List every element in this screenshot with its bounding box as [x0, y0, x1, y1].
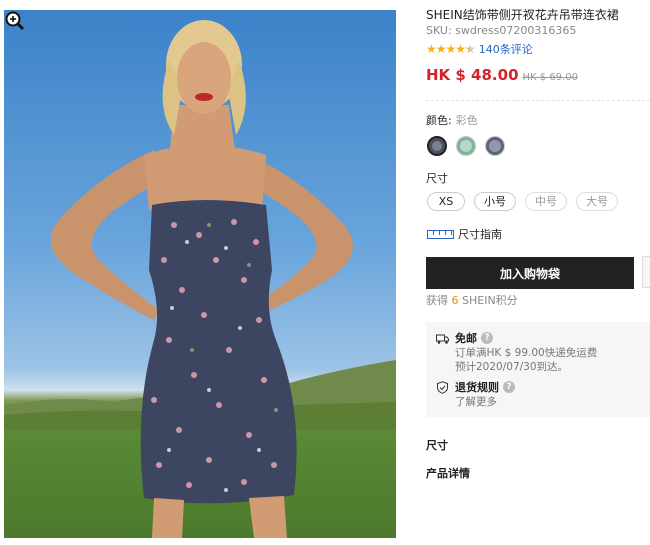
truck-icon [436, 334, 449, 344]
color-swatches [427, 136, 505, 156]
return-policy-row: 退货规则? 了解更多 [436, 379, 515, 409]
return-policy-title: 退货规则 [455, 381, 499, 394]
help-icon[interactable]: ? [503, 381, 515, 393]
size-option-small[interactable]: 小号 [474, 192, 516, 211]
product-sku: SKU: swdress07200316365 [426, 24, 577, 37]
product-image[interactable] [4, 10, 396, 538]
size-label: 尺寸 [426, 172, 448, 185]
zoom-in-icon[interactable] [4, 10, 26, 32]
reward-points: 获得 6 SHEIN积分 [426, 292, 518, 308]
help-icon[interactable]: ? [481, 332, 493, 344]
delivery-estimate: 预计2020/07/30到达。 [455, 361, 569, 373]
shield-icon [437, 381, 448, 394]
free-shipping-condition: 订单满HK $ 99.00快递免运费 [455, 347, 598, 359]
points-prefix: 获得 [426, 294, 448, 307]
swatch-navy-floral[interactable] [485, 136, 505, 156]
size-guide-label: 尺寸指南 [458, 228, 502, 241]
divider [426, 100, 650, 101]
swatch-dark-floral[interactable] [427, 136, 447, 156]
original-price: HK $ 69.00 [522, 72, 578, 83]
color-label: 颜色: 彩色 [426, 112, 478, 128]
product-title: SHEIN结饰带侧开衩花卉吊带连衣裙 [426, 8, 619, 22]
points-value: 6 [451, 294, 459, 307]
size-section-header[interactable]: 尺寸 [426, 437, 448, 453]
rating[interactable]: ★★★★★ 140条评论 [426, 41, 533, 57]
points-suffix: SHEIN积分 [462, 294, 518, 307]
side-thumbnail[interactable] [642, 256, 650, 288]
add-to-bag-button[interactable]: 加入购物袋 [426, 257, 634, 289]
learn-more-link[interactable]: 了解更多 [455, 395, 515, 409]
free-shipping-title: 免邮 [455, 332, 477, 345]
color-value: 彩色 [455, 114, 478, 127]
swatch-green-floral[interactable] [456, 136, 476, 156]
product-page: SHEIN结饰带侧开衩花卉吊带连衣裙 SKU: swdress072003163… [0, 0, 650, 545]
shipping-info-box: 免邮? 订单满HK $ 99.00快递免运费 预计2020/07/30到达。 退… [426, 322, 650, 417]
model-illustration [4, 20, 396, 538]
star-rating-icon: ★★★★★ [426, 42, 476, 56]
size-option-large[interactable]: 大号 [576, 192, 618, 211]
size-options: XS 小号 中号 大号 [427, 192, 618, 211]
size-option-xs[interactable]: XS [427, 192, 465, 211]
reviews-link[interactable]: 140条评论 [479, 41, 533, 57]
size-guide-link[interactable]: 尺寸指南 [427, 226, 502, 242]
product-details-header[interactable]: 产品详情 [426, 465, 470, 481]
ruler-icon [427, 229, 454, 239]
sale-price: HK $ 48.00 [426, 66, 519, 84]
price-row: HK $ 48.00 HK $ 69.00 [426, 66, 578, 84]
size-option-medium[interactable]: 中号 [525, 192, 567, 211]
color-label-text: 颜色: [426, 114, 452, 127]
free-shipping-row: 免邮? 订单满HK $ 99.00快递免运费 预计2020/07/30到达。 [436, 330, 597, 374]
